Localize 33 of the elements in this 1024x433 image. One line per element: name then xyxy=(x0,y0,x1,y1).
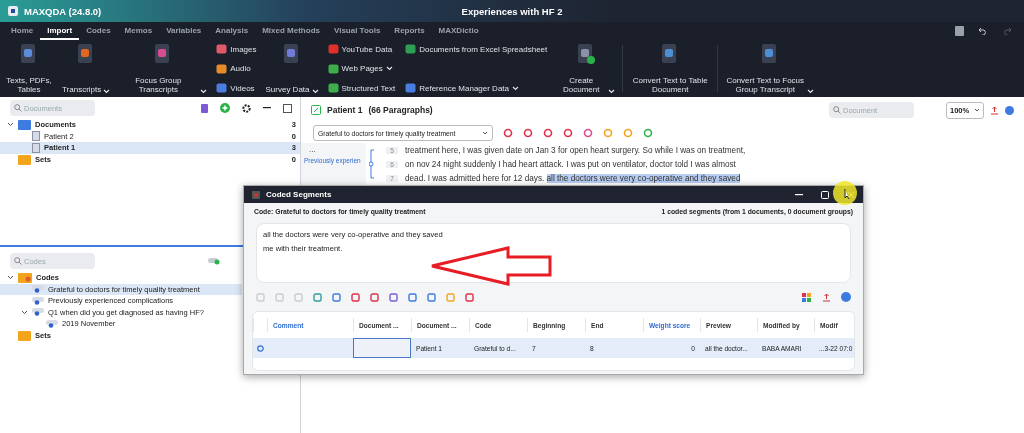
project-title: Experiences with HF 2 xyxy=(461,5,563,17)
ribbon-tab[interactable]: MAXDictio xyxy=(431,22,486,40)
ribbon-tab[interactable]: Mixed Methods xyxy=(255,22,327,40)
ribbon-button[interactable]: Convert Text to Focus Group Transcript xyxy=(721,42,819,95)
ribbon-button[interactable]: Reference Manager Data xyxy=(403,82,550,94)
ribbon-tab[interactable]: Reports xyxy=(387,22,432,40)
ribbon-tab[interactable]: Memos xyxy=(117,22,160,40)
ribbon-button[interactable]: Videos xyxy=(214,82,259,94)
document-title: Patient 1 xyxy=(327,105,363,115)
window-title: Coded Segments xyxy=(266,190,332,199)
document-text: dead. I was admitted here for 12 days. all the doctors were very co-operative and they saved xyxy=(405,173,741,183)
ribbon-button[interactable]: Create Document xyxy=(552,42,620,95)
ribbon-button[interactable]: Texts, PDFs, Tables xyxy=(0,42,58,95)
ribbon-tab[interactable]: Analysis xyxy=(208,22,256,40)
more-text[interactable]: ... xyxy=(309,145,316,154)
paragraph-count: (66 Paragraphs) xyxy=(368,105,433,115)
ribbon-tab[interactable]: Variables xyxy=(159,22,209,40)
ribbon-tab[interactable]: Home xyxy=(4,22,41,40)
document-text: treatment here, I was given date on Jan 3 for open heart surgery. So while I was on treatment, xyxy=(405,145,746,155)
ribbon-button[interactable]: Transcripts xyxy=(58,42,115,95)
ribbon-tab[interactable]: Visual Tools xyxy=(326,22,388,40)
ribbon-button[interactable]: YouTube Data xyxy=(325,43,398,55)
ribbon-button[interactable]: Audio xyxy=(214,62,259,75)
ribbon-button[interactable]: Convert Text to Table Document xyxy=(626,42,715,95)
ribbon-button[interactable]: Structured Text xyxy=(325,82,398,94)
app-title: MAXQDA (24.8.0) xyxy=(24,5,102,17)
ribbon-button[interactable]: Web Pages xyxy=(325,62,398,75)
ribbon-button[interactable]: Survey Data xyxy=(261,42,323,95)
ribbon-button[interactable]: Images xyxy=(214,43,259,55)
ribbon-button[interactable]: Focus Group Transcripts xyxy=(114,42,212,95)
ribbon-button[interactable]: Documents from Excel Spreadsheet xyxy=(403,43,550,55)
ribbon-tab[interactable]: Codes xyxy=(79,22,118,40)
document-text: on nov 24 night suddenly I had heart attack. I was put on ventilator, doctor told I was almost xyxy=(405,159,736,169)
